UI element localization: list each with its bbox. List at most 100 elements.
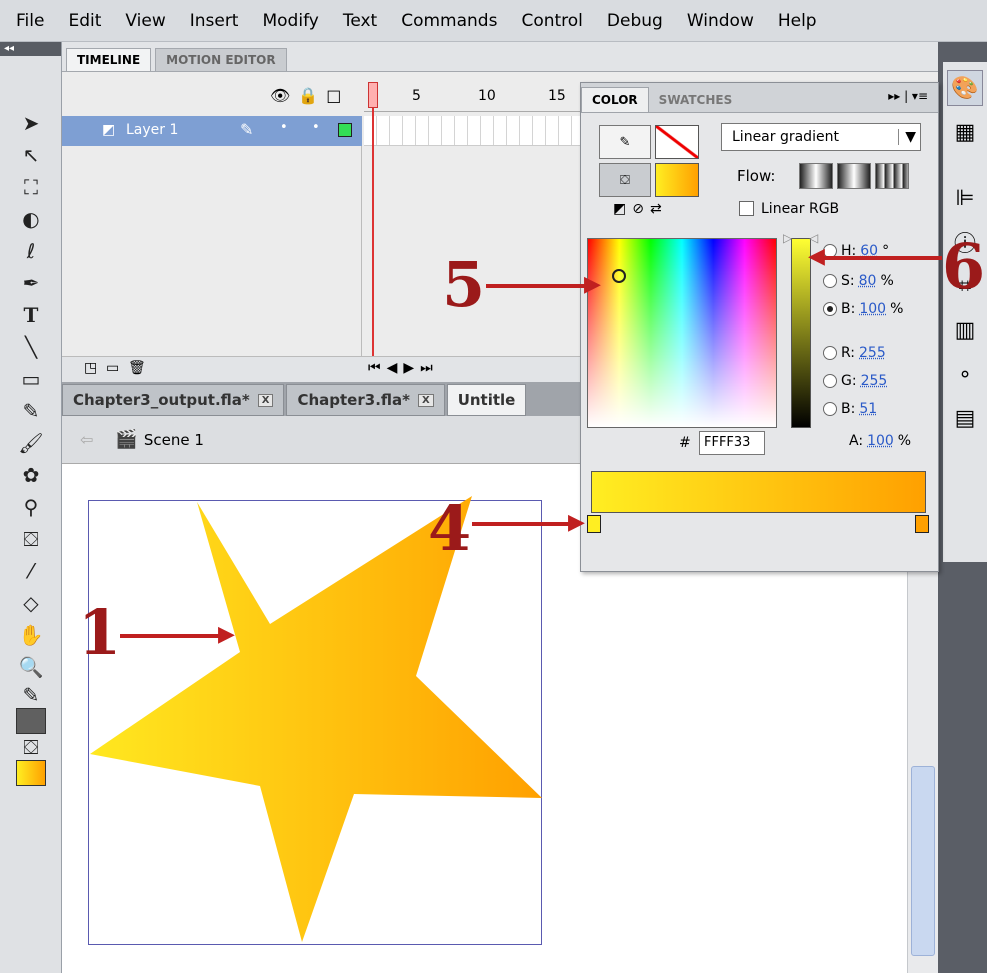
flow-extend-button[interactable] (799, 163, 833, 189)
tab-motion-editor[interactable]: MOTION EDITOR (155, 48, 287, 71)
menu-insert[interactable]: Insert (178, 11, 251, 31)
linear-rgb-checkbox[interactable] (739, 201, 754, 216)
menu-window[interactable]: Window (675, 11, 766, 31)
saturation-label: S: (841, 273, 855, 289)
brightness-radio[interactable] (823, 302, 837, 316)
menu-commands[interactable]: Commands (389, 11, 509, 31)
doc-tab-chapter3-output[interactable]: Chapter3_output.fla* X (62, 384, 285, 416)
fill-color-swatch[interactable] (16, 760, 46, 786)
menu-text[interactable]: Text (331, 11, 389, 31)
motion-presets-icon[interactable]: ∘ (947, 356, 983, 392)
timeline-header: TIMELINE MOTION EDITOR (62, 42, 938, 72)
zoom-tool-icon[interactable]: 🔍 (12, 652, 50, 682)
menu-debug[interactable]: Debug (595, 11, 675, 31)
brightness-value[interactable]: 100 (859, 301, 886, 317)
new-layer-icon[interactable]: ◳ (84, 360, 97, 376)
free-transform-tool-icon[interactable]: ⛶ (12, 172, 50, 202)
back-arrow-icon[interactable]: ⇦ (80, 430, 93, 449)
menu-edit[interactable]: Edit (56, 11, 113, 31)
bone-tool-icon[interactable]: ⚲ (12, 492, 50, 522)
menu-view[interactable]: View (113, 11, 177, 31)
playback-controls-icon[interactable]: ⏮◀▶⏭ (368, 360, 439, 376)
pencil-tool-icon[interactable]: ✎ (12, 396, 50, 426)
color-picker-cursor[interactable] (612, 269, 626, 283)
layer-row[interactable]: ◩ Layer 1 ✎ • • (62, 116, 362, 146)
stroke-color-button[interactable]: ✎ (599, 125, 651, 159)
tab-swatches[interactable]: SWATCHES (649, 88, 743, 112)
chevron-down-icon[interactable]: ▼ (898, 129, 916, 145)
panel-menu-icon[interactable]: ▸▸ | ▾≡ (888, 89, 928, 103)
outline-icon[interactable]: □ (326, 86, 349, 105)
flow-reflect-button[interactable] (837, 163, 871, 189)
flow-repeat-button[interactable] (875, 163, 909, 189)
red-value[interactable]: 255 (859, 345, 886, 361)
selection-tool-icon[interactable]: ➤ (12, 108, 50, 138)
lasso-tool-icon[interactable]: ℓ (12, 236, 50, 266)
fill-type-select[interactable]: Linear gradient ▼ (721, 123, 921, 151)
frame-cells[interactable] (364, 116, 584, 146)
gradient-start-pointer[interactable] (587, 515, 601, 533)
color-palette-icon[interactable]: 🎨 (947, 70, 983, 106)
playhead[interactable] (368, 82, 378, 382)
stroke-swatch[interactable] (655, 125, 699, 159)
pen-tool-icon[interactable]: ✒ (12, 268, 50, 298)
menu-file[interactable]: File (0, 11, 56, 31)
visible-dot[interactable]: • (280, 120, 288, 135)
arrowhead-icon: ▶ (218, 622, 235, 647)
fill-color-button[interactable]: ⛋ (599, 163, 651, 197)
blue-value[interactable]: 51 (859, 401, 877, 417)
brush-tool-icon[interactable]: 🖌 (12, 428, 50, 458)
doc-tab-untitled[interactable]: Untitle (446, 384, 527, 416)
swap-colors-icon[interactable]: ◩⊘⇄ (613, 201, 668, 217)
color-spectrum[interactable] (587, 238, 777, 428)
gradient-end-pointer[interactable] (915, 515, 929, 533)
fill-swatch[interactable] (655, 163, 699, 197)
layer-color-swatch[interactable] (338, 123, 352, 137)
alpha-value[interactable]: 100 (867, 433, 894, 449)
swatches-icon[interactable]: ▦ (947, 114, 983, 150)
close-icon[interactable]: X (257, 393, 274, 407)
scene-label[interactable]: Scene 1 (144, 431, 204, 449)
lock-dot[interactable]: • (312, 120, 320, 135)
blue-radio[interactable] (823, 402, 837, 416)
tab-timeline[interactable]: TIMELINE (66, 48, 152, 71)
3d-rotation-tool-icon[interactable]: ◐ (12, 204, 50, 234)
eraser-tool-icon[interactable]: ◇ (12, 588, 50, 618)
saturation-radio[interactable] (823, 274, 837, 288)
eye-icon[interactable]: 👁 (270, 86, 298, 105)
brightness-label: B: (841, 301, 856, 317)
slider-left-handle-icon[interactable]: ▷ (783, 231, 792, 245)
library-icon[interactable]: ▥ (947, 312, 983, 348)
subselection-tool-icon[interactable]: ↖ (12, 140, 50, 170)
line-tool-icon[interactable]: ╲ (12, 332, 50, 362)
slider-right-handle-icon[interactable]: ◁ (809, 231, 818, 245)
menu-modify[interactable]: Modify (250, 11, 330, 31)
components-icon[interactable]: ▤ (947, 400, 983, 436)
paint-bucket-tool-icon[interactable]: ⛋ (12, 524, 50, 554)
new-folder-icon[interactable]: ▭ (106, 360, 119, 376)
saturation-row: S: 80% (823, 273, 894, 289)
green-value[interactable]: 255 (861, 373, 888, 389)
fill-type-value: Linear gradient (732, 129, 839, 145)
menu-help[interactable]: Help (766, 11, 829, 31)
hand-tool-icon[interactable]: ✋ (12, 620, 50, 650)
stroke-color-swatch[interactable] (16, 708, 46, 734)
close-icon[interactable]: X (417, 393, 434, 407)
hex-input[interactable]: FFFF33 (699, 431, 765, 455)
gradient-preview-bar[interactable] (591, 471, 926, 513)
eyedropper-tool-icon[interactable]: ⁄ (12, 556, 50, 586)
collapse-icon[interactable]: ◂◂ (0, 42, 61, 56)
deco-tool-icon[interactable]: ✿ (12, 460, 50, 490)
scroll-thumb[interactable] (911, 766, 935, 956)
green-radio[interactable] (823, 374, 837, 388)
text-tool-icon[interactable]: T (12, 300, 50, 330)
saturation-value[interactable]: 80 (859, 273, 877, 289)
tab-color[interactable]: COLOR (581, 87, 649, 112)
delete-icon[interactable]: 🗑 (128, 360, 146, 376)
red-radio[interactable] (823, 346, 837, 360)
doc-tab-chapter3[interactable]: Chapter3.fla* X (286, 384, 445, 416)
rectangle-tool-icon[interactable]: ▭ (12, 364, 50, 394)
menu-control[interactable]: Control (509, 11, 594, 31)
lock-icon[interactable]: 🔒 (298, 86, 326, 105)
align-icon[interactable]: ⊫ (947, 180, 983, 216)
